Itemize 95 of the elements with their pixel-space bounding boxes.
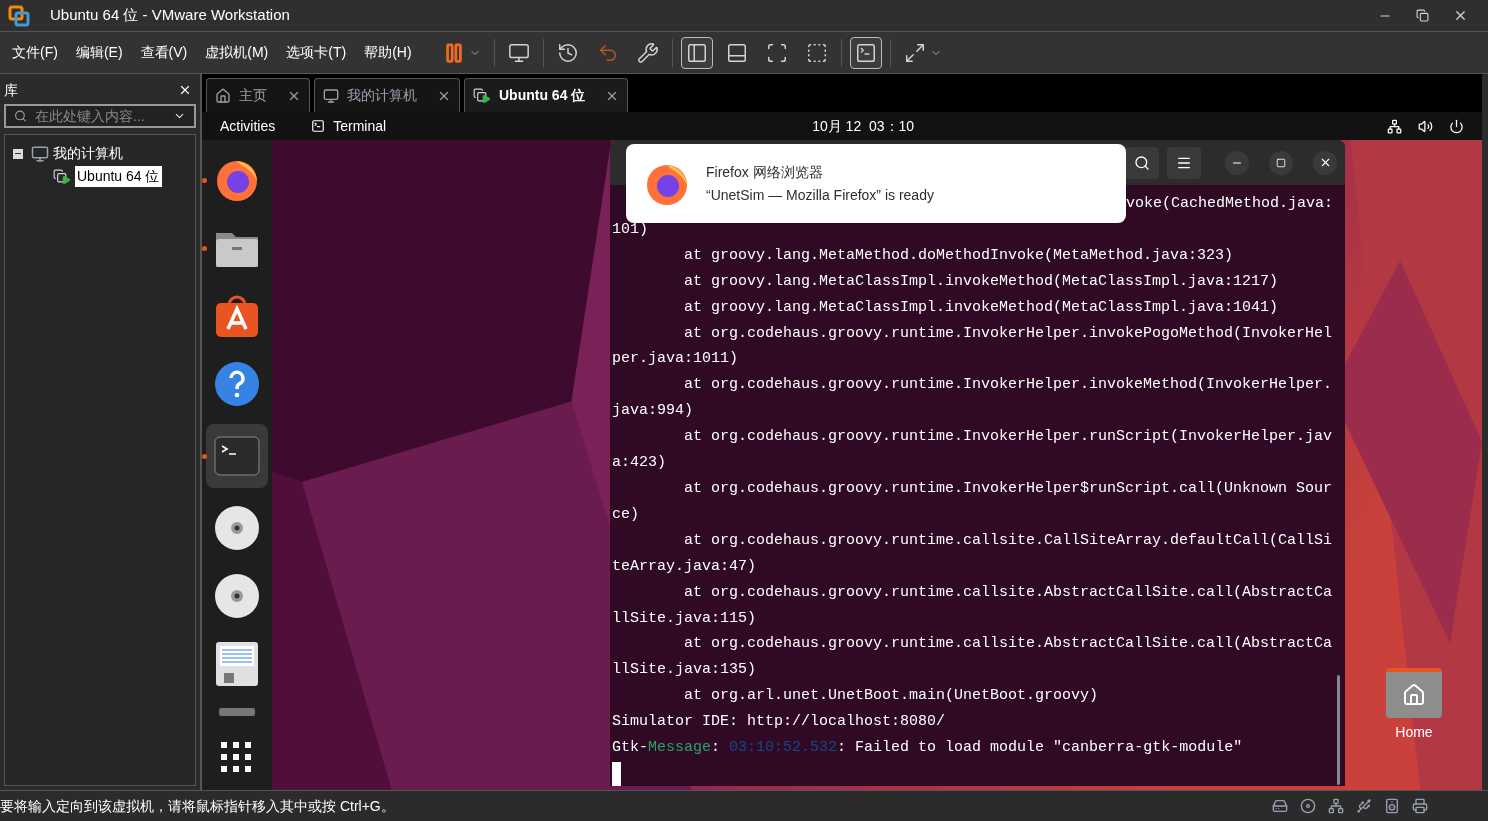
tab[interactable]: Ubuntu 64 位 (464, 78, 629, 112)
tab[interactable]: 主页 (206, 78, 310, 112)
terminal-icon (311, 119, 326, 133)
notification-title: Firefox 网络浏览器 (706, 162, 824, 182)
running-indicator (202, 245, 207, 251)
terminal-line: at groovy.lang.MetaMethod.doMethodInvoke(MetaMethod.java:323) (683, 245, 1235, 266)
wrench-icon (636, 41, 659, 64)
running-indicator (202, 453, 207, 459)
close-icon[interactable] (1453, 8, 1468, 23)
menu-button[interactable] (1167, 146, 1201, 179)
menu-item[interactable]: 文件(F) (12, 42, 58, 63)
app-menu[interactable]: Terminal (333, 115, 387, 137)
disc-icon[interactable] (1300, 798, 1316, 814)
scrollbar[interactable] (1337, 675, 1340, 785)
menu-item[interactable]: 查看(V) (140, 42, 188, 63)
terminal-line: ce) (612, 504, 640, 525)
minimize-button[interactable] (1225, 150, 1249, 175)
library-title: 库 (4, 80, 18, 100)
running-indicator (202, 177, 207, 183)
power-icon[interactable] (1449, 118, 1464, 134)
menu-item[interactable]: 虚拟机(M) (205, 42, 269, 63)
dashed-square-icon (805, 41, 828, 64)
app-logo-icon (8, 4, 30, 27)
terminal-icon (854, 41, 877, 64)
window-title: Ubuntu 64 位 - VMware Workstation (50, 5, 290, 26)
terminal-line: at org.codehaus.groovy.runtime.callsite.CallSiteArray.defaultCall(CallSi (683, 530, 1334, 551)
activities-button[interactable]: Activities (220, 115, 276, 137)
status-text: 要将输入定向到该虚拟机，请将鼠标指针移入其中或按 Ctrl+G。 (0, 796, 395, 816)
help-icon (214, 361, 260, 407)
terminal-line: at org.arl.unet.UnetBoot.main(UnetBoot.groovy) (683, 686, 1100, 707)
search-icon (14, 109, 27, 123)
home-folder-icon[interactable] (1386, 668, 1442, 718)
speaker-icon[interactable] (1384, 798, 1400, 814)
terminal-line: Gtk-Message: 03:10:52.532: Failed to load module "canberra-gtk-module" (612, 738, 1244, 759)
terminal-line: llSite.java:135) (612, 660, 758, 681)
search-field[interactable]: 在此处键入内容... (4, 104, 196, 128)
close-icon[interactable] (178, 83, 192, 97)
search-icon (1134, 154, 1150, 171)
app-grid-icon (221, 742, 253, 774)
scan-icon (765, 41, 788, 64)
monitor-icon (323, 87, 339, 104)
terminal-line: at org.codehaus.groovy.runtime.InvokerHelper.runScript(InvokerHelper.jav (683, 427, 1334, 448)
tab[interactable]: 我的计算机 (314, 78, 460, 112)
close-button[interactable] (1313, 150, 1337, 175)
drive-icon (218, 706, 256, 716)
menu-item[interactable]: 选项卡(T) (286, 42, 347, 63)
terminal-line: at groovy.lang.MetaClassImpl.invokeMethod(MetaClassImpl.java:1041) (683, 297, 1280, 318)
vm-icon (473, 87, 491, 104)
terminal-line: per.java:1011) (612, 349, 740, 370)
terminal-line: a:423) (612, 453, 667, 474)
toolbar-button[interactable] (849, 36, 882, 69)
volume-icon[interactable] (1418, 118, 1433, 134)
clock-icon (556, 41, 579, 64)
panel-bottom-icon (725, 41, 748, 64)
terminal-line: Simulator IDE: http://localhost:8080/ (612, 712, 947, 733)
terminal-line: java:994) (612, 401, 694, 422)
terminal-line: at org.codehaus.groovy.runtime.callsite.AbstractCallSite.call(AbstractCa (683, 634, 1334, 655)
clock[interactable]: 10月 12 03：10 (812, 115, 915, 137)
drive-icon[interactable] (1272, 798, 1288, 814)
document-icon (214, 641, 260, 687)
home-icon (215, 87, 231, 104)
shopping-bag-icon (214, 293, 260, 339)
desktop-icon-label[interactable]: Home (1395, 722, 1433, 743)
terminal-line: at org.codehaus.groovy.runtime.InvokerHelper$runScript.call(Unknown Sour (683, 478, 1334, 499)
printer-icon[interactable] (1412, 798, 1428, 814)
usb-icon[interactable] (1356, 798, 1372, 814)
disc-icon (214, 505, 260, 551)
terminal-line: teArray.java:47) (612, 556, 758, 577)
monitor-icon (31, 144, 49, 163)
notification[interactable]: Firefox 网络浏览器 “UnetSim — Mozilla Firefox” is ready (626, 144, 1126, 223)
menu-item[interactable]: 编辑(E) (75, 42, 123, 63)
terminal-line: voke(CachedMethod.java: (1125, 194, 1333, 214)
toolbar-button[interactable] (680, 36, 713, 69)
tree-item[interactable]: Ubuntu 64 位 (75, 166, 162, 187)
network-icon[interactable] (1387, 118, 1402, 134)
restore-icon[interactable] (1416, 9, 1429, 22)
terminal-line: at org.codehaus.groovy.runtime.InvokerHelper.invokePogoMethod(InvokerHel (683, 323, 1334, 344)
collapse-toggle[interactable] (13, 148, 23, 159)
panel-left-icon (685, 41, 708, 64)
text-cursor (612, 761, 621, 786)
terminal-line: at org.codehaus.groovy.runtime.callsite.AbstractCallSite.call(AbstractCa (683, 582, 1334, 603)
tree-item[interactable]: 我的计算机 (53, 143, 123, 164)
maximize-icon (1276, 157, 1286, 168)
vm-icon (53, 168, 71, 185)
terminal-line: at groovy.lang.MetaClassImpl.invokeMethod(MetaClassImpl.java:1217) (683, 271, 1280, 292)
disc-icon (214, 573, 260, 619)
maximize-button[interactable] (1269, 150, 1293, 175)
notification-body: “UnetSim — Mozilla Firefox” is ready (706, 185, 934, 205)
terminal-line: llSite.java:115) (612, 608, 758, 629)
terminal-line: at org.codehaus.groovy.runtime.InvokerHelper.invokeMethod(InvokerHelper. (683, 375, 1334, 396)
menu-item[interactable]: 帮助(H) (364, 42, 412, 63)
search-button[interactable] (1125, 146, 1159, 179)
maximize-icon (903, 41, 926, 64)
terminal-icon (214, 436, 260, 476)
monitor-icon (507, 41, 530, 64)
